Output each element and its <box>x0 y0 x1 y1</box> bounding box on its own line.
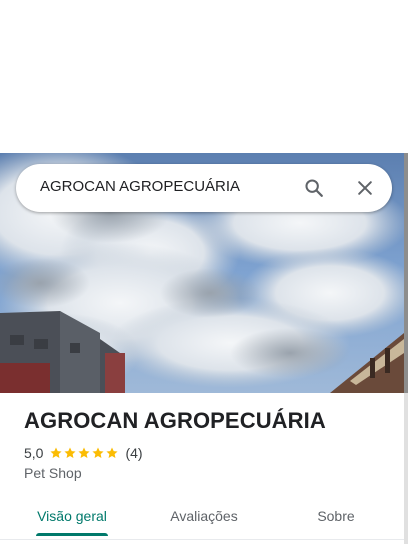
close-button[interactable] <box>351 174 379 202</box>
review-count-link[interactable]: (4) <box>125 445 142 461</box>
star-icon <box>92 447 105 458</box>
star-icon <box>78 447 91 458</box>
star-rating <box>49 446 119 460</box>
tabs-divider <box>0 539 404 540</box>
star-icon <box>106 447 119 458</box>
place-tabs: Visão geral Avaliações Sobre <box>0 497 404 537</box>
close-icon <box>358 181 372 195</box>
search-input[interactable]: AGROCAN AGROPECUÁRIA <box>40 164 240 212</box>
active-tab-indicator <box>36 533 108 536</box>
place-category[interactable]: Pet Shop <box>24 465 82 481</box>
rating-row[interactable]: 5,0 (4) <box>24 445 143 461</box>
search-icon <box>305 179 323 197</box>
top-blank-area <box>0 0 408 153</box>
star-icon <box>50 447 63 458</box>
star-icon <box>64 447 77 458</box>
place-title: AGROCAN AGROPECUÁRIA <box>24 408 326 433</box>
tab-overview[interactable]: Visão geral <box>24 497 120 535</box>
search-box[interactable]: AGROCAN AGROPECUÁRIA <box>16 164 392 212</box>
tab-about[interactable]: Sobre <box>292 497 380 535</box>
search-button[interactable] <box>300 174 328 202</box>
rating-value: 5,0 <box>24 445 44 461</box>
scrollbar-thumb[interactable] <box>404 153 408 393</box>
tab-reviews[interactable]: Avaliações <box>156 497 252 535</box>
